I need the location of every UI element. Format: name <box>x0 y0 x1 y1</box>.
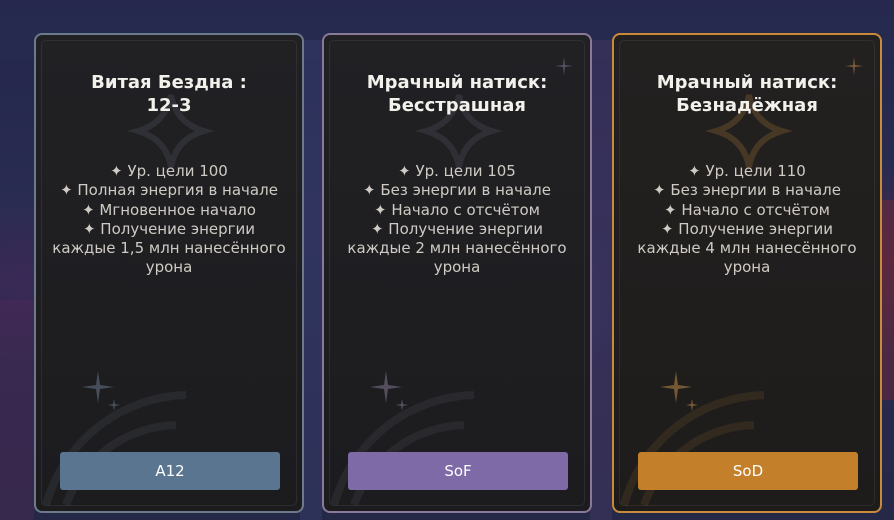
select-a12-button[interactable]: A12 <box>60 452 280 490</box>
rule-start-type: ✦ Начало с отсчётом <box>374 200 540 219</box>
rule-energy-gain: ✦ Получение энергии каждые 4 млн нанесён… <box>637 219 857 277</box>
rule-target-level: ✦ Ур. цели 100 <box>110 162 228 180</box>
rule-target-level: ✦ Ур. цели 105 <box>398 162 516 180</box>
rules-list: ✦ Ур. цели 110 ✦ Без энергии в начале ✦ … <box>628 162 866 278</box>
card-title: Мрачный натиск: Безнадёжная <box>656 72 838 116</box>
rule-energy-gain: ✦ Получение энергии каждые 1,5 млн нанес… <box>52 219 286 277</box>
rule-target-level: ✦ Ур. цели 110 <box>688 162 806 180</box>
select-sod-button[interactable]: SoD <box>638 452 858 490</box>
mode-card-a12: Витая Бездна : 12-3 ✦ Ур. цели 100 ✦ Пол… <box>34 33 304 513</box>
rule-start-type: ✦ Мгновенное начало <box>82 200 256 219</box>
rule-energy-gain: ✦ Получение энергии каждые 2 млн нанесён… <box>347 219 567 277</box>
mode-card-sod: Мрачный натиск: Безнадёжная ✦ Ур. цели 1… <box>612 33 882 513</box>
sparkle-icon <box>82 371 120 411</box>
rule-start-type: ✦ Начало с отсчётом <box>664 200 830 219</box>
card-title: Витая Бездна : 12-3 <box>91 72 247 116</box>
rule-start-energy: ✦ Полная энергия в начале <box>60 181 278 200</box>
rule-start-energy: ✦ Без энергии в начале <box>362 181 551 200</box>
mode-card-sof: Мрачный натиск: Бесстрашная ✦ Ур. цели 1… <box>322 33 592 513</box>
card-title: Мрачный натиск: Бесстрашная <box>366 72 548 116</box>
rules-list: ✦ Ур. цели 100 ✦ Полная энергия в начале… <box>50 162 288 278</box>
rules-list: ✦ Ур. цели 105 ✦ Без энергии в начале ✦ … <box>338 162 576 278</box>
rule-start-energy: ✦ Без энергии в начале <box>652 181 841 200</box>
select-sof-button[interactable]: SoF <box>348 452 568 490</box>
